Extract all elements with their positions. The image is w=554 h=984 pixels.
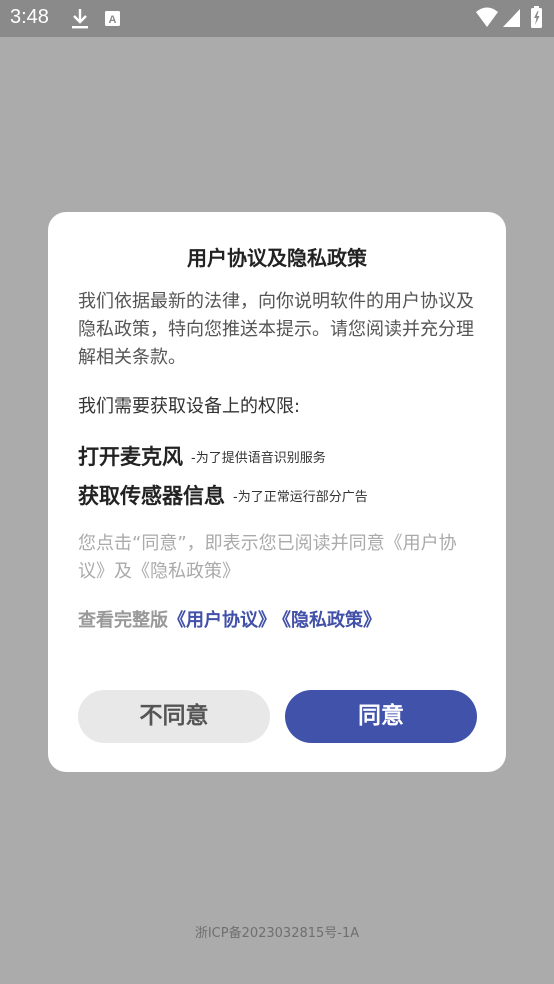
dialog-intro: 我们依据最新的法律，向你说明软件的用户协议及隐私政策，特向您推送本提示。请您阅读…: [78, 291, 474, 368]
agreement-links: 查看完整版《用户协议》 《隐私政策》: [78, 606, 381, 632]
notification-letter: A: [109, 14, 117, 26]
permission-name: 打开麦克风: [78, 445, 183, 469]
icp-license: 浙ICP备2023032815号-1A: [194, 926, 360, 941]
download-icon: [72, 9, 88, 29]
permission-item-sensor: 获取传感器信息 -为了正常运行部分广告: [78, 480, 368, 510]
privacy-dialog: 用户协议及隐私政策 我们依据最新的法律，向你说明软件的用户协议及隐私政策，特向您…: [48, 212, 506, 772]
links-prefix: 查看完整版: [78, 610, 168, 631]
signal-icon: [503, 9, 520, 27]
user-agreement-link[interactable]: 《用户协议》: [168, 610, 276, 631]
consent-text: 您点击“同意”，即表示您已阅读并同意《用户协议》及《隐私政策》: [78, 533, 457, 582]
agree-button[interactable]: 同意: [285, 690, 477, 743]
status-time: 3:48: [10, 6, 49, 28]
permission-desc: -为了提供语音识别服务: [191, 450, 326, 466]
permission-item-microphone: 打开麦克风 -为了提供语音识别服务: [78, 441, 326, 471]
text-a-icon: A: [105, 11, 120, 26]
disagree-button[interactable]: 不同意: [78, 690, 270, 743]
dialog-title: 用户协议及隐私政策: [187, 246, 367, 270]
status-bar: 3:48 A: [0, 0, 554, 37]
wifi-icon: [476, 7, 498, 27]
permission-desc: -为了正常运行部分广告: [233, 489, 368, 505]
permissions-heading: 我们需要获取设备上的权限:: [78, 396, 301, 417]
permission-name: 获取传感器信息: [78, 484, 225, 508]
battery-icon: [531, 6, 542, 28]
privacy-policy-link[interactable]: 《隐私政策》: [282, 610, 381, 631]
